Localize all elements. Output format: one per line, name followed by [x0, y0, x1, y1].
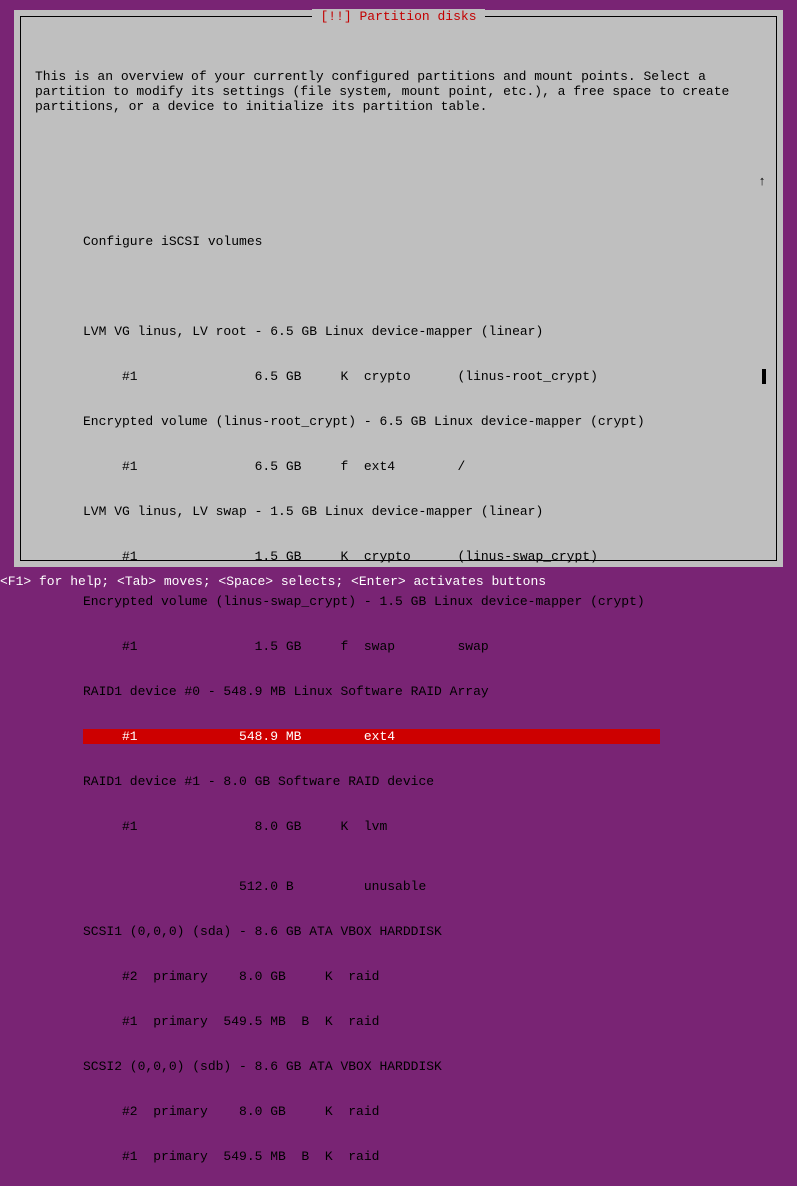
partition-list: ↑ Configure iSCSI volumes LVM VG linus, … [83, 174, 762, 1186]
blank [83, 279, 762, 294]
partition-crypt-swap-1[interactable]: #1 1.5 GB f swap swap [83, 639, 762, 654]
partition-raid1-1[interactable]: #1 8.0 GB K lvm [83, 819, 762, 834]
configure-iscsi[interactable]: Configure iSCSI volumes [83, 234, 762, 249]
device-lvm-swap[interactable]: LVM VG linus, LV swap - 1.5 GB Linux dev… [83, 504, 762, 519]
dialog-title: [!!] Partition disks [312, 9, 484, 24]
device-raid0[interactable]: RAID1 device #0 - 548.9 MB Linux Softwar… [83, 684, 762, 699]
device-lvm-root[interactable]: LVM VG linus, LV root - 6.5 GB Linux dev… [83, 324, 762, 339]
intro-text: This is an overview of your currently co… [35, 69, 762, 114]
device-crypt-root[interactable]: Encrypted volume (linus-root_crypt) - 6.… [83, 414, 762, 429]
device-raid1[interactable]: RAID1 device #1 - 8.0 GB Software RAID d… [83, 774, 762, 789]
dialog-panel: [!!] Partition disks This is an overview… [14, 10, 783, 567]
partition-crypt-root-1[interactable]: #1 6.5 GB f ext4 / [83, 459, 762, 474]
scroll-up-icon: ↑ [758, 174, 766, 189]
help-bar: <F1> for help; <Tab> moves; <Space> sele… [0, 574, 546, 589]
partition-lvm-swap-1[interactable]: #1 1.5 GB K crypto (linus-swap_crypt) [83, 549, 762, 564]
partition-sdb-2[interactable]: #2 primary 8.0 GB K raid [83, 1104, 762, 1119]
partition-lvm-root-1[interactable]: #1 6.5 GB K crypto (linus-root_crypt) [83, 369, 762, 384]
partition-raid1-unusable[interactable]: 512.0 B unusable [83, 879, 762, 894]
device-sdb[interactable]: SCSI2 (0,0,0) (sdb) - 8.6 GB ATA VBOX HA… [83, 1059, 762, 1074]
partition-sda-1[interactable]: #1 primary 549.5 MB B K raid [83, 1014, 762, 1029]
partition-raid0-1-selected[interactable]: #1 548.9 MB ext4 [83, 729, 762, 744]
scroll-thumb [762, 369, 766, 384]
partition-sda-2[interactable]: #2 primary 8.0 GB K raid [83, 969, 762, 984]
device-crypt-swap[interactable]: Encrypted volume (linus-swap_crypt) - 1.… [83, 594, 762, 609]
device-sda[interactable]: SCSI1 (0,0,0) (sda) - 8.6 GB ATA VBOX HA… [83, 924, 762, 939]
dialog-frame: [!!] Partition disks This is an overview… [20, 16, 777, 561]
partition-sdb-1[interactable]: #1 primary 549.5 MB B K raid [83, 1149, 762, 1164]
